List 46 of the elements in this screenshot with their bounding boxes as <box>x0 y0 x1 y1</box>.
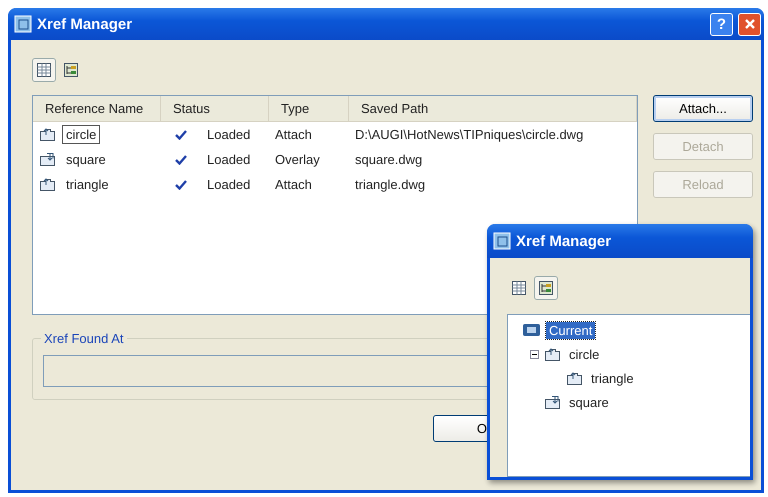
drawing-icon <box>522 322 541 338</box>
folder-icon <box>39 177 56 192</box>
status-text: Loaded <box>207 177 250 192</box>
group-label: Xref Found At <box>41 331 126 346</box>
column-header[interactable]: Type <box>269 96 349 121</box>
type-text: Attach <box>275 127 312 142</box>
status-text: Loaded <box>207 127 250 142</box>
tree-view-icon <box>538 280 554 296</box>
type-text: Attach <box>275 177 312 192</box>
close-icon <box>744 18 756 30</box>
tree-item[interactable]: square <box>566 394 612 410</box>
path-text: D:\AUGI\HotNews\TIPniques\circle.dwg <box>355 127 584 142</box>
overlay-folder-icon <box>39 152 56 167</box>
folder-icon <box>39 127 56 142</box>
column-header[interactable]: Reference Name <box>33 96 161 121</box>
reference-name[interactable]: triangle <box>62 175 113 194</box>
tree-item[interactable]: triangle <box>588 370 637 386</box>
window-title: Xref Manager <box>37 16 132 32</box>
view-toggle-button[interactable] <box>534 276 558 300</box>
grid-icon <box>36 62 52 78</box>
overlay-folder-icon <box>544 394 561 410</box>
help-button[interactable]: ? <box>710 12 733 36</box>
path-text: triangle.dwg <box>355 177 426 192</box>
app-icon <box>14 15 32 33</box>
check-icon <box>175 130 187 140</box>
check-icon <box>175 154 187 164</box>
view-toggle-button[interactable] <box>32 58 56 82</box>
tree-item[interactable]: Current <box>546 322 596 338</box>
action-button[interactable]: Attach... <box>653 95 753 122</box>
folder-icon <box>566 370 583 386</box>
reference-name[interactable]: circle <box>62 125 100 144</box>
tree-view-icon <box>63 62 79 78</box>
folder-icon <box>544 346 561 362</box>
path-text: square.dwg <box>355 152 422 167</box>
check-icon <box>175 180 187 190</box>
type-text: Overlay <box>275 152 320 167</box>
app-icon <box>493 232 511 250</box>
column-header[interactable]: Status <box>161 96 269 121</box>
close-button[interactable] <box>738 12 761 36</box>
reference-name[interactable]: square <box>62 150 110 169</box>
collapse-icon[interactable] <box>530 350 539 358</box>
tree-item[interactable]: circle <box>566 346 602 362</box>
grid-icon <box>511 280 527 296</box>
window-title: Xref Manager <box>516 232 612 250</box>
column-header[interactable]: Saved Path <box>349 96 637 121</box>
status-text: Loaded <box>207 152 250 167</box>
